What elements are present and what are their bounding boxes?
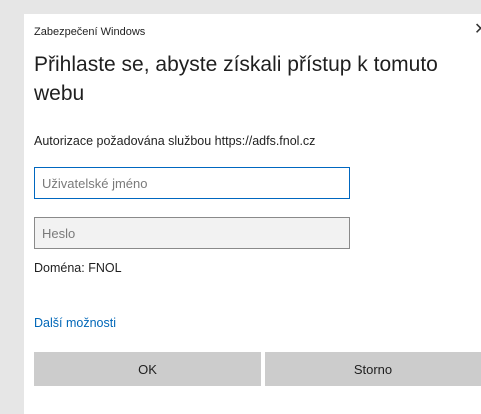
dialog-heading: Přihlaste se, abyste získali přístup k t… [34, 53, 438, 105]
cancel-button[interactable]: Storno [265, 352, 481, 386]
close-icon[interactable]: ✕ [474, 21, 481, 39]
domain-label: Doména: FNOL [34, 261, 122, 275]
ok-button[interactable]: OK [34, 352, 261, 386]
window-title: Zabezpečení Windows [34, 26, 146, 38]
username-input[interactable] [34, 167, 350, 199]
password-input[interactable] [34, 217, 350, 249]
credential-dialog: Zabezpečení Windows ✕ Přihlaste se, abys… [24, 14, 481, 414]
more-options-link[interactable]: Další možnosti [34, 316, 116, 330]
authorization-text: Autorizace požadována službou https://ad… [34, 134, 316, 148]
